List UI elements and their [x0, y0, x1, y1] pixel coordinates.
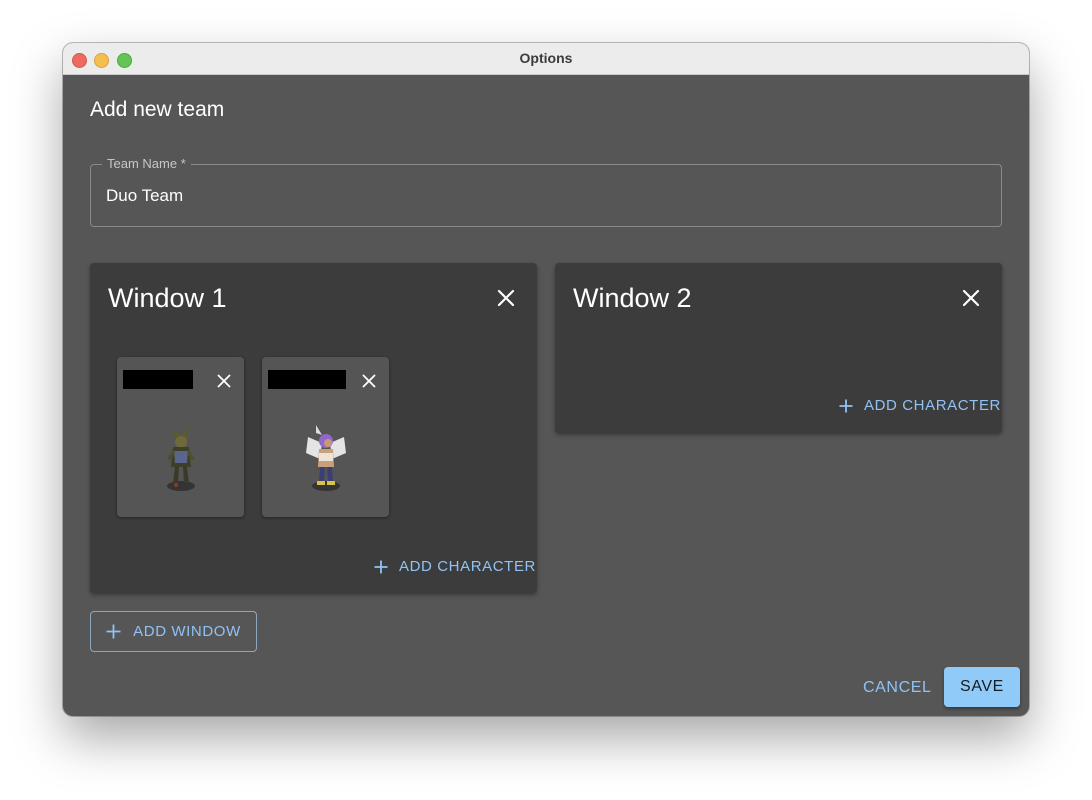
- close-icon[interactable]: [362, 374, 376, 388]
- add-character-label: ADD CHARACTER: [864, 397, 1001, 414]
- character-card[interactable]: [117, 357, 244, 517]
- window-title: Options: [519, 50, 573, 66]
- title-bar: Options: [63, 43, 1029, 75]
- add-window-label: ADD WINDOW: [133, 623, 241, 640]
- team-name-value[interactable]: Duo Team: [106, 186, 183, 206]
- cancel-button[interactable]: CANCEL: [863, 679, 932, 697]
- plus-icon: [374, 560, 388, 573]
- team-name-label: Team Name *: [102, 156, 191, 171]
- character-name-redacted: [123, 370, 193, 389]
- character-card[interactable]: [262, 357, 389, 517]
- team-name-field[interactable]: Team Name * Duo Team: [90, 156, 1002, 227]
- window-card-title: Window 1: [108, 283, 227, 313]
- dialog-heading: Add new team: [90, 98, 225, 121]
- character-sprite-icon: [306, 425, 346, 491]
- save-button[interactable]: SAVE: [944, 667, 1020, 707]
- close-icon[interactable]: [962, 289, 980, 307]
- add-character-label: ADD CHARACTER: [399, 558, 536, 575]
- character-name-redacted: [268, 370, 346, 389]
- add-character-button[interactable]: ADD CHARACTER: [374, 558, 536, 575]
- close-icon[interactable]: [217, 374, 231, 388]
- window-card-2: Window 2 ADD CHARACTER: [555, 263, 1002, 433]
- add-character-button[interactable]: ADD CHARACTER: [839, 397, 1001, 414]
- window-card-1: Window 1 ADD CHARACTER: [90, 263, 537, 593]
- close-icon[interactable]: [497, 289, 515, 307]
- plus-icon: [839, 399, 853, 412]
- add-window-button[interactable]: ADD WINDOW: [90, 611, 257, 652]
- character-sprite-icon: [167, 427, 195, 491]
- options-window: Options Add new team Team Name * Duo Tea…: [63, 43, 1029, 716]
- plus-icon: [106, 624, 121, 639]
- window-card-title: Window 2: [573, 283, 692, 313]
